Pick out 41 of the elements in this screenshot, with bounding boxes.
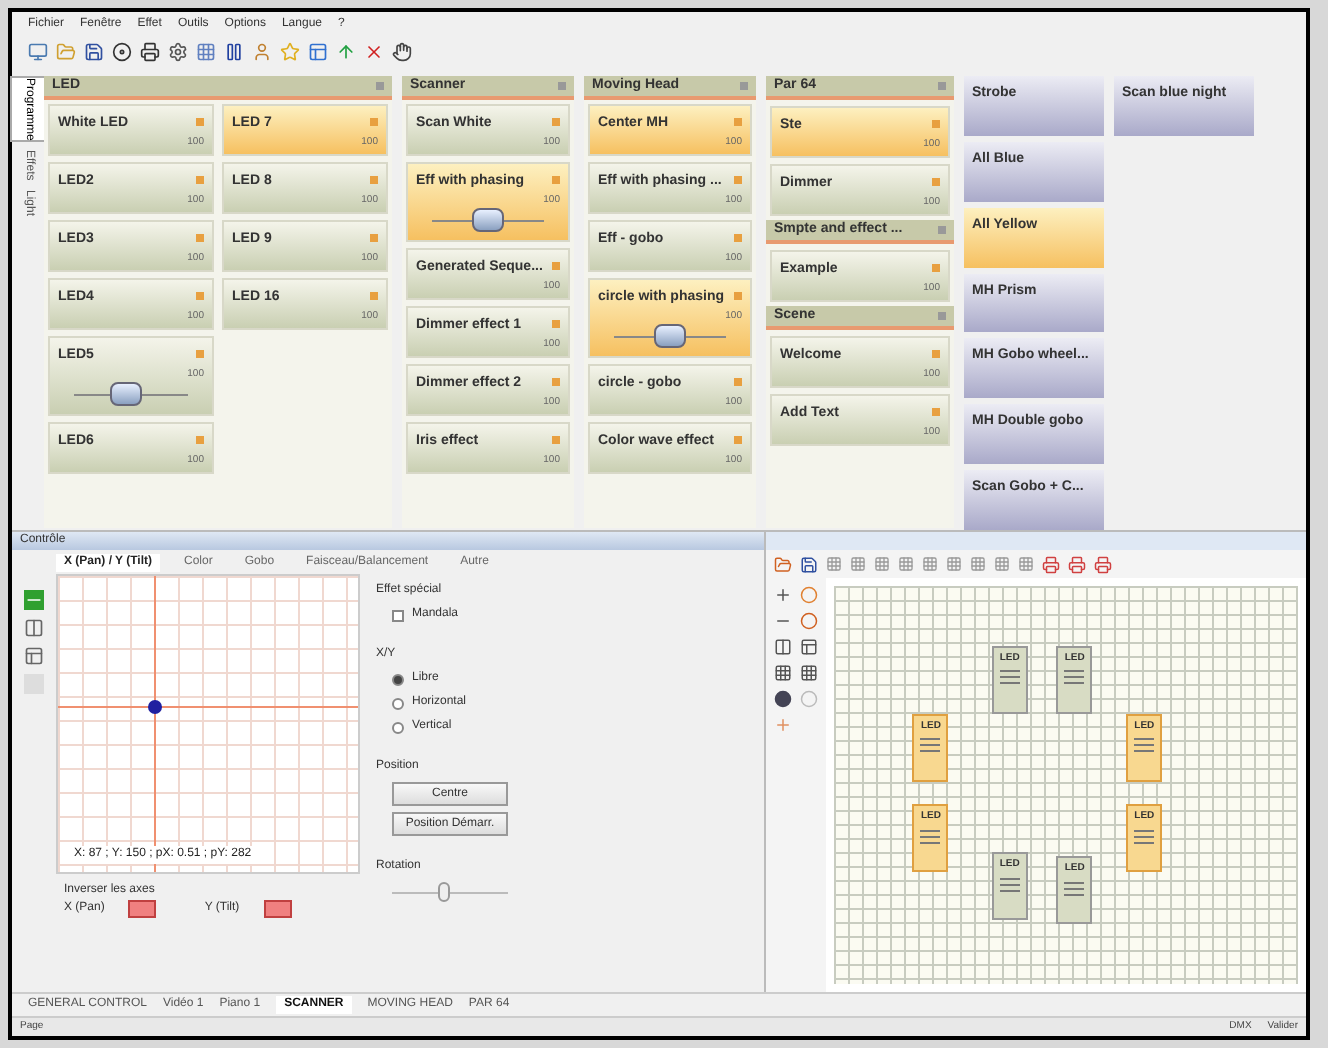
toolbar-icon[interactable]: [224, 42, 244, 62]
toolbar-icon[interactable]: [140, 42, 160, 62]
slider-thumb[interactable]: [472, 208, 504, 232]
toolbar-icon[interactable]: [112, 42, 132, 62]
print-icon[interactable]: [1042, 555, 1060, 573]
invert-toggle[interactable]: [263, 900, 292, 918]
plus-icon[interactable]: [774, 586, 792, 604]
toolbar-icon[interactable]: [364, 42, 384, 62]
radio-button[interactable]: [392, 673, 404, 685]
grid-icon[interactable]: [800, 664, 818, 682]
align-icon[interactable]: [898, 556, 914, 572]
grid-icon[interactable]: [774, 664, 792, 682]
toolbar-icon[interactable]: [168, 42, 188, 62]
save-icon[interactable]: [800, 555, 818, 573]
columns-icon[interactable]: [774, 638, 792, 656]
radio-button[interactable]: [392, 721, 404, 733]
print-icon[interactable]: [1068, 555, 1086, 573]
columns-tool-icon[interactable]: [24, 618, 44, 638]
print-icon[interactable]: [1094, 555, 1112, 573]
slider-tool-icon[interactable]: [24, 590, 44, 610]
slider-thumb[interactable]: [109, 382, 142, 406]
align-icon[interactable]: [826, 556, 842, 572]
toolbar-icon[interactable]: [392, 42, 412, 62]
align-icon[interactable]: [970, 556, 986, 572]
align-icon[interactable]: [922, 556, 938, 572]
radio-button[interactable]: [392, 697, 404, 709]
slider-thumb[interactable]: [438, 882, 451, 902]
plus-icon[interactable]: [774, 716, 792, 734]
circle-icon[interactable]: [774, 690, 792, 708]
slider-thumb[interactable]: [654, 324, 686, 348]
align-icon[interactable]: [874, 556, 890, 572]
align-icon[interactable]: [946, 556, 962, 572]
checkbox[interactable]: [392, 609, 404, 621]
invert-toggle[interactable]: [128, 900, 157, 918]
layout-tool-icon[interactable]: [24, 646, 44, 666]
align-icon[interactable]: [1018, 556, 1034, 572]
layout-icon[interactable]: [800, 638, 818, 656]
toolbar-icon[interactable]: [84, 42, 104, 62]
align-icon[interactable]: [850, 556, 866, 572]
align-icon[interactable]: [994, 556, 1010, 572]
open-icon[interactable]: [774, 555, 792, 573]
